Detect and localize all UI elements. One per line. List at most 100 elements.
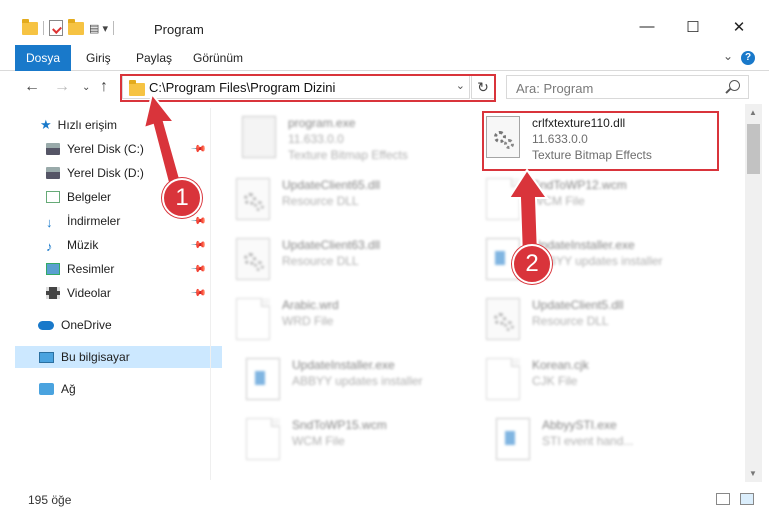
sidebar-item-label: Hızlı erişim: [57, 118, 117, 132]
file-item[interactable]: program.exe 11.633.0.0 Texture Bitmap Ef…: [218, 110, 458, 164]
dll-gear-icon: [236, 238, 270, 280]
file-name: SndToWP15.wcm: [292, 418, 387, 432]
pictures-icon: [46, 263, 60, 275]
separator: [43, 21, 44, 35]
sidebar-item-label: Müzik: [67, 238, 99, 252]
drive-icon: [46, 143, 60, 155]
large-icons-view-icon[interactable]: [740, 493, 754, 505]
sidebar-item-label: OneDrive: [61, 318, 112, 332]
file-item[interactable]: UpdateClient63.dll Resource DLL: [212, 232, 452, 286]
back-arrow-icon[interactable]: ←: [24, 78, 40, 96]
forward-arrow-icon[interactable]: →: [54, 78, 70, 96]
downloads-icon: ↓: [46, 215, 53, 230]
item-count: 195 öğe: [28, 493, 72, 507]
properties-icon[interactable]: [49, 20, 63, 36]
title-bar: ▤ ▾ Program — ☐ ✕: [0, 0, 769, 44]
sidebar-item-label: Belgeler: [67, 190, 112, 204]
executable-icon: [242, 116, 276, 158]
sidebar-item-label: Yerel Disk (C:): [67, 142, 144, 156]
tab-file[interactable]: Dosya: [15, 45, 71, 71]
file-item[interactable]: Arabic.wrd WRD File: [212, 292, 452, 346]
sidebar-item-label: Videolar: [67, 286, 111, 300]
details-view-icon[interactable]: [716, 493, 730, 505]
file-type: WCM File: [292, 434, 345, 448]
tab-share[interactable]: Paylaş: [136, 45, 172, 71]
installer-icon: [246, 358, 280, 400]
minimize-button[interactable]: —: [624, 18, 670, 40]
file-type: CJK File: [532, 374, 578, 388]
file-name: Korean.cjk: [532, 358, 589, 372]
maximize-button[interactable]: ☐: [670, 18, 716, 40]
window-title: Program: [154, 22, 204, 37]
search-input[interactable]: Ara: Program: [506, 75, 749, 99]
file-item[interactable]: SndToWP12.wcm WCM File: [462, 172, 702, 226]
pin-icon[interactable]: 📌: [189, 285, 206, 302]
file-item[interactable]: UpdateInstaller.exe ABBYY updates instal…: [462, 232, 702, 286]
file-icon: [486, 358, 520, 400]
file-type: ABBYY updates installer: [292, 374, 423, 388]
recent-locations-icon[interactable]: ⌄: [82, 82, 90, 93]
file-name: UpdateClient63.dll: [282, 238, 381, 252]
network-icon: [39, 383, 54, 395]
scroll-thumb[interactable]: [747, 124, 760, 174]
sidebar-item-music[interactable]: ♪ Müzik 📌: [0, 234, 210, 256]
ribbon-tabs: Dosya Giriş Paylaş Görünüm ⌄ ?: [0, 45, 769, 71]
tab-view[interactable]: Görünüm: [193, 45, 243, 71]
tab-home[interactable]: Giriş: [86, 45, 111, 71]
file-version: 11.633.0.0: [288, 132, 344, 146]
music-icon: ♪: [46, 239, 53, 254]
expand-ribbon-icon[interactable]: ⌄: [723, 49, 733, 63]
file-item[interactable]: UpdateInstaller.exe ABBYY updates instal…: [222, 352, 462, 406]
sidebar-item-pictures[interactable]: Resimler 📌: [0, 258, 210, 280]
step-badge-1: 1: [162, 178, 202, 218]
sidebar-item-label: Bu bilgisayar: [61, 350, 130, 364]
file-icon: [236, 298, 270, 340]
close-button[interactable]: ✕: [716, 18, 762, 40]
up-arrow-icon[interactable]: ↑: [100, 78, 108, 96]
search-icon[interactable]: [729, 80, 740, 91]
file-item[interactable]: AbbyySTI.exe STI event hand...: [472, 412, 712, 466]
file-highlight-box: [482, 111, 719, 171]
cloud-icon: [38, 320, 54, 330]
dll-gear-icon: [486, 298, 520, 340]
search-placeholder: Ara: Program: [516, 81, 594, 96]
file-type: STI event hand...: [542, 434, 634, 448]
separator: [112, 21, 114, 35]
sidebar-item-this-pc[interactable]: Bu bilgisayar: [15, 346, 222, 368]
sidebar-item-label: Resimler: [67, 262, 115, 276]
file-name: UpdateInstaller.exe: [292, 358, 395, 372]
file-name: Arabic.wrd: [282, 298, 339, 312]
step-badge-2: 2: [512, 244, 552, 284]
file-type: Resource DLL: [282, 194, 359, 208]
sidebar-item-videos[interactable]: Videolar 📌: [0, 282, 210, 304]
file-type: Resource DLL: [282, 254, 359, 268]
sidebar-item-onedrive[interactable]: OneDrive: [0, 314, 210, 336]
file-name: UpdateClient5.dll: [532, 298, 624, 312]
file-type: WRD File: [282, 314, 334, 328]
documents-icon: [46, 191, 60, 203]
sidebar-item-label: Yerel Disk (D:): [67, 166, 144, 180]
sidebar-item-label: İndirmeler: [67, 214, 121, 228]
file-item[interactable]: UpdateClient5.dll Resource DLL: [462, 292, 702, 346]
file-item[interactable]: Korean.cjk CJK File: [462, 352, 702, 406]
scroll-up-icon[interactable]: ▲: [749, 108, 757, 117]
vertical-scrollbar[interactable]: ▲ ▼: [745, 104, 762, 482]
file-description: Texture Bitmap Effects: [288, 148, 408, 162]
pin-icon[interactable]: 📌: [189, 261, 206, 278]
scroll-down-icon[interactable]: ▼: [749, 469, 757, 478]
help-icon[interactable]: ?: [741, 51, 755, 65]
star-icon: ★: [40, 117, 52, 132]
file-name: AbbyySTI.exe: [542, 418, 617, 432]
computer-icon: [39, 351, 54, 363]
new-folder-icon[interactable]: [68, 18, 84, 35]
dll-gear-icon: [236, 178, 270, 220]
sidebar-item-network[interactable]: Ağ: [0, 378, 210, 400]
file-icon: [246, 418, 280, 460]
customize-toolbar-icon[interactable]: ▤ ▾: [89, 22, 108, 35]
file-item[interactable]: UpdateClient65.dll Resource DLL: [212, 172, 452, 226]
sidebar-item-label: Ağ: [61, 382, 76, 396]
pin-icon[interactable]: 📌: [189, 237, 206, 254]
folder-icon[interactable]: [22, 18, 38, 35]
file-name: program.exe: [288, 116, 356, 130]
file-item[interactable]: SndToWP15.wcm WCM File: [222, 412, 462, 466]
